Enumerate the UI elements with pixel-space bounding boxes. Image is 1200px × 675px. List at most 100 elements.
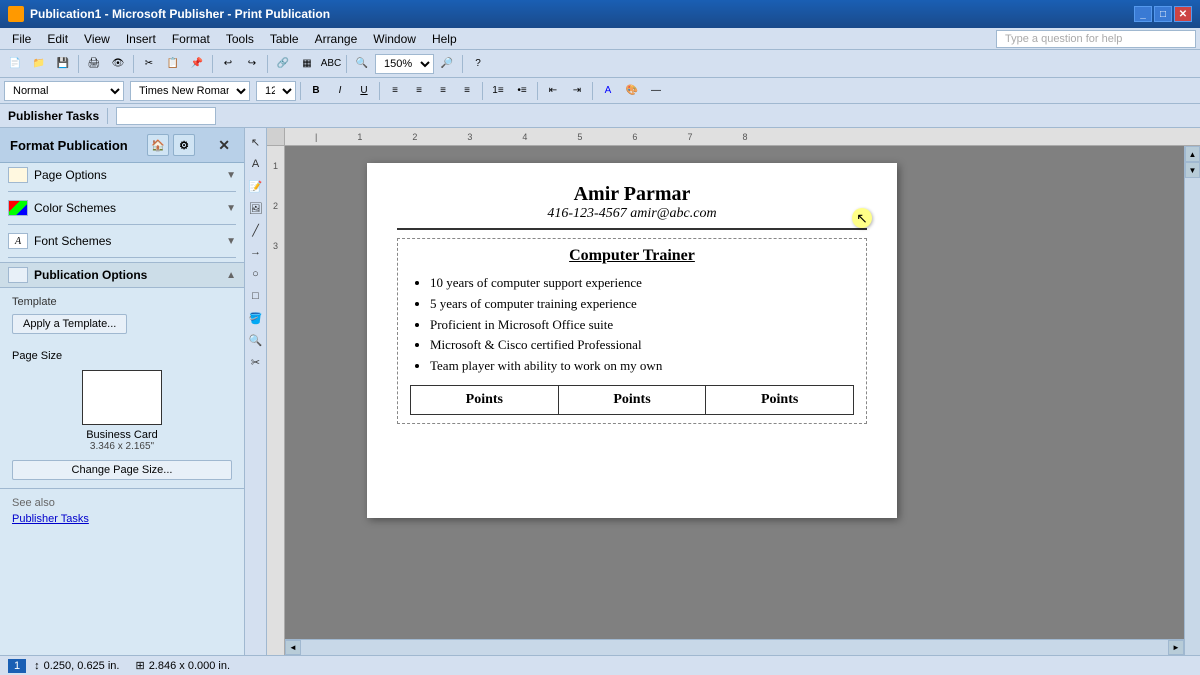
scroll-down-btn[interactable]: ▼ bbox=[1185, 162, 1200, 178]
divider2 bbox=[8, 224, 236, 225]
sidebar-settings-btn[interactable]: ⚙ bbox=[173, 134, 195, 156]
italic-btn[interactable]: I bbox=[329, 80, 351, 102]
zoom-tool[interactable]: 🔍 bbox=[246, 330, 266, 350]
zoom-dropdown[interactable]: 150% bbox=[375, 54, 434, 74]
help-search-input[interactable]: Type a question for help bbox=[996, 30, 1196, 48]
page-size-section: Page Size Business Card 3.346 x 2.165" C… bbox=[0, 342, 244, 488]
sidebar-item-page-options[interactable]: Page Options ▼ bbox=[0, 163, 244, 187]
maximize-button[interactable]: □ bbox=[1154, 6, 1172, 22]
scroll-left-btn[interactable]: ◄ bbox=[285, 640, 301, 655]
publisher-tasks-link[interactable]: Publisher Tasks bbox=[12, 513, 232, 525]
title-bar: Publication1 - Microsoft Publisher - Pri… bbox=[0, 0, 1200, 28]
text-tool[interactable]: A bbox=[246, 154, 266, 174]
draw-arrow[interactable]: → bbox=[246, 242, 266, 262]
align-center-btn[interactable]: ≡ bbox=[408, 80, 430, 102]
style-dropdown[interactable]: Normal bbox=[4, 81, 124, 101]
fill-color-btn[interactable]: 🎨 bbox=[621, 80, 643, 102]
undo-btn[interactable]: ↩ bbox=[217, 53, 239, 75]
separator5 bbox=[346, 55, 347, 73]
app-icon bbox=[8, 6, 24, 22]
line-color-btn[interactable]: — bbox=[645, 80, 667, 102]
font-schemes-icon: A bbox=[8, 233, 28, 249]
menu-tools[interactable]: Tools bbox=[218, 30, 262, 48]
cut-btn[interactable]: ✂ bbox=[138, 53, 160, 75]
open-btn[interactable]: 📁 bbox=[28, 53, 50, 75]
menu-format[interactable]: Format bbox=[164, 30, 218, 48]
size-dropdown[interactable]: 12 bbox=[256, 81, 296, 101]
zoom-in-btn[interactable]: 🔎 bbox=[436, 53, 458, 75]
card-job-title: Computer Trainer bbox=[410, 247, 854, 265]
menu-table[interactable]: Table bbox=[262, 30, 307, 48]
scroll-h-track[interactable] bbox=[301, 640, 1168, 655]
save-btn[interactable]: 💾 bbox=[52, 53, 74, 75]
preview-btn[interactable]: 👁 bbox=[107, 53, 129, 75]
draw-oval[interactable]: ○ bbox=[246, 264, 266, 284]
close-button[interactable]: ✕ bbox=[1174, 6, 1192, 22]
connect-tool[interactable]: 📝 bbox=[246, 176, 266, 196]
card-content: Amir Parmar 416-123-4567 amir@abc.com Co… bbox=[367, 163, 897, 454]
left-toolstrip: ↖ A 📝 🖼 ╱ → ○ □ 🪣 🔍 ✂ bbox=[245, 128, 267, 675]
page-options-icon bbox=[8, 167, 28, 183]
page-number: 1 bbox=[8, 659, 26, 673]
zoom-out-btn[interactable]: 🔍 bbox=[351, 53, 373, 75]
menu-file[interactable]: File bbox=[4, 30, 39, 48]
apply-template-button[interactable]: Apply a Template... bbox=[12, 314, 127, 334]
menu-edit[interactable]: Edit bbox=[39, 30, 76, 48]
sidebar-close-btn[interactable]: ✕ bbox=[214, 137, 234, 154]
insert-picture[interactable]: 🖼 bbox=[246, 198, 266, 218]
tasks-search-input[interactable] bbox=[116, 107, 216, 125]
paint-bucket[interactable]: 🪣 bbox=[246, 308, 266, 328]
justify-btn[interactable]: ≡ bbox=[456, 80, 478, 102]
increase-indent-btn[interactable]: ⇥ bbox=[566, 80, 588, 102]
insert-table-btn[interactable]: ▦ bbox=[296, 53, 318, 75]
copy-btn[interactable]: 📋 bbox=[162, 53, 184, 75]
underline-btn[interactable]: U bbox=[353, 80, 375, 102]
sidebar-item-publication-options[interactable]: Publication Options ▲ bbox=[0, 262, 244, 288]
crop-tool[interactable]: ✂ bbox=[246, 352, 266, 372]
menu-bar: File Edit View Insert Format Tools Table… bbox=[0, 28, 1200, 50]
menu-help[interactable]: Help bbox=[424, 30, 465, 48]
table-cell-2: Points bbox=[706, 385, 854, 414]
menu-arrange[interactable]: Arrange bbox=[307, 30, 366, 48]
help-btn[interactable]: ? bbox=[467, 53, 489, 75]
sidebar-home-btn[interactable]: 🏠 bbox=[147, 134, 169, 156]
ruler-top: | 1 2 3 4 5 6 7 8 bbox=[285, 128, 1200, 146]
scroll-up-btn[interactable]: ▲ bbox=[1185, 146, 1200, 162]
select-tool[interactable]: ↖ bbox=[246, 132, 266, 152]
sidebar-item-font-schemes[interactable]: A Font Schemes ▼ bbox=[0, 229, 244, 253]
redo-btn[interactable]: ↪ bbox=[241, 53, 263, 75]
separator4 bbox=[267, 55, 268, 73]
font-dropdown[interactable]: Times New Roman bbox=[130, 81, 250, 101]
menu-window[interactable]: Window bbox=[365, 30, 424, 48]
see-also-section: See also Publisher Tasks bbox=[0, 488, 244, 533]
align-right-btn[interactable]: ≡ bbox=[432, 80, 454, 102]
draw-line[interactable]: ╱ bbox=[246, 220, 266, 240]
draw-rect[interactable]: □ bbox=[246, 286, 266, 306]
menu-view[interactable]: View bbox=[76, 30, 118, 48]
paste-btn[interactable]: 📌 bbox=[186, 53, 208, 75]
spellcheck-btn[interactable]: ABC bbox=[320, 53, 342, 75]
bullets-btn[interactable]: •≡ bbox=[511, 80, 533, 102]
sidebar-item-color-schemes[interactable]: Color Schemes ▼ bbox=[0, 196, 244, 220]
bold-btn[interactable]: B bbox=[305, 80, 327, 102]
numbering-btn[interactable]: 1≡ bbox=[487, 80, 509, 102]
menu-insert[interactable]: Insert bbox=[118, 30, 164, 48]
main-toolbar: 📄 📁 💾 🖨 👁 ✂ 📋 📌 ↩ ↪ 🔗 ▦ ABC 🔍 150% 🔎 ? bbox=[0, 50, 1200, 78]
font-schemes-label: Font Schemes bbox=[34, 234, 111, 248]
canvas-area[interactable]: | 1 2 3 4 5 6 7 8 1 2 3 Amir bbox=[267, 128, 1200, 675]
font-color-btn[interactable]: A bbox=[597, 80, 619, 102]
change-page-size-button[interactable]: Change Page Size... bbox=[12, 460, 232, 480]
vertical-scrollbar[interactable]: ▲ ▼ bbox=[1184, 146, 1200, 655]
scroll-right-btn[interactable]: ► bbox=[1168, 640, 1184, 655]
status-coord2-icon: ⊞ bbox=[135, 659, 144, 672]
print-btn[interactable]: 🖨 bbox=[83, 53, 105, 75]
hyperlink-btn[interactable]: 🔗 bbox=[272, 53, 294, 75]
separator1 bbox=[78, 55, 79, 73]
new-btn[interactable]: 📄 bbox=[4, 53, 26, 75]
minimize-button[interactable]: _ bbox=[1134, 6, 1152, 22]
card-contact: 416-123-4567 amir@abc.com bbox=[397, 206, 867, 230]
publication-options-content: Template Apply a Template... bbox=[0, 288, 244, 342]
align-left-btn[interactable]: ≡ bbox=[384, 80, 406, 102]
decrease-indent-btn[interactable]: ⇤ bbox=[542, 80, 564, 102]
horizontal-scrollbar[interactable]: ◄ ► bbox=[285, 639, 1184, 655]
